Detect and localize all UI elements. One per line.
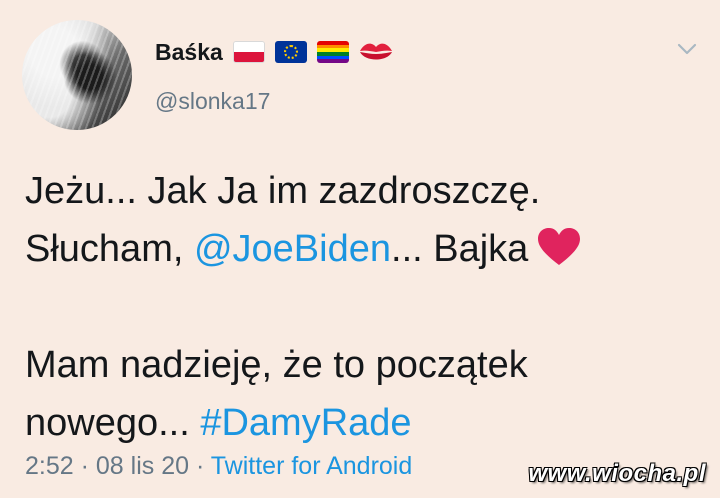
tweet-meta: 2:52 · 08 lis 20 · Twitter for Android bbox=[25, 452, 413, 480]
tweet-line: Jeżu... Jak Ja im zazdroszczę. bbox=[25, 170, 541, 212]
tweet-text: Jeżu... Jak Ja im zazdroszczę. Słucham, … bbox=[25, 162, 705, 452]
display-name[interactable]: Baśka bbox=[155, 39, 223, 66]
flag-poland-icon bbox=[232, 41, 265, 63]
author-handle[interactable]: @slonka17 bbox=[155, 88, 270, 115]
author-name-row: Baśka bbox=[155, 36, 393, 68]
tweet-time[interactable]: 2:52 bbox=[25, 452, 74, 480]
tweet-line: Mam nadzieję, że to początek bbox=[25, 344, 528, 386]
tweet-source-link[interactable]: Twitter for Android bbox=[211, 452, 412, 480]
avatar[interactable] bbox=[22, 20, 132, 130]
tweet-date[interactable]: 08 lis 20 bbox=[96, 452, 189, 480]
mention-link[interactable]: @JoeBiden bbox=[194, 228, 391, 270]
flag-eu-icon bbox=[274, 41, 307, 63]
watermark: www.wiocha.pl bbox=[528, 460, 706, 487]
heart-icon bbox=[538, 228, 581, 265]
rainbow-flag-icon bbox=[316, 41, 349, 63]
kiss-lips-icon bbox=[359, 43, 392, 60]
hashtag-link[interactable]: #DamyRade bbox=[200, 402, 411, 444]
chevron-down-icon[interactable] bbox=[676, 38, 698, 60]
tweet-line: nowego... #DamyRade bbox=[25, 402, 412, 444]
tweet-line: Słucham, @JoeBiden... Bajka bbox=[25, 220, 705, 278]
